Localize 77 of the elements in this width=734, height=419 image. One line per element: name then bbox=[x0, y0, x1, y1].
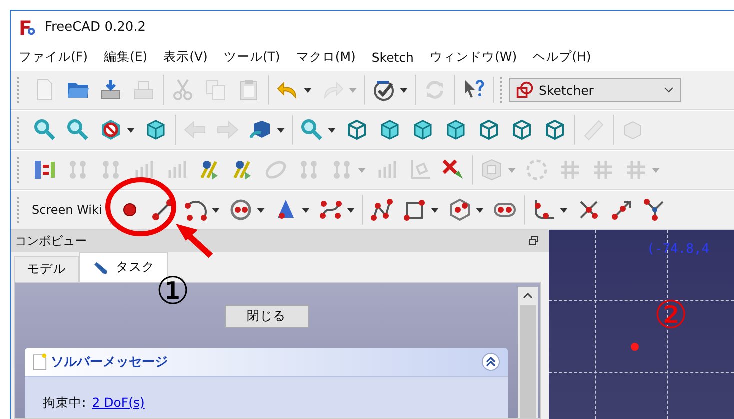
caret-icon bbox=[328, 128, 336, 132]
menu-item[interactable]: ツール(T) bbox=[218, 46, 286, 68]
caret-icon bbox=[304, 88, 312, 92]
polyline-icon bbox=[370, 198, 394, 222]
toolbar-label: Screen Wiki bbox=[31, 203, 104, 217]
window-title: FreeCAD 0.20.2 bbox=[45, 20, 146, 35]
wire-cube-icon bbox=[477, 118, 501, 142]
menu-item[interactable]: 編集(E) bbox=[98, 46, 154, 68]
wire-cube-icon bbox=[543, 118, 567, 142]
caret-icon bbox=[476, 208, 484, 212]
wire-cube-icon bbox=[345, 118, 369, 142]
curve-icon bbox=[319, 198, 344, 222]
ellipse-icon bbox=[264, 158, 288, 182]
dashed-circle-icon bbox=[525, 158, 549, 182]
menu-item[interactable]: ファイル(F) bbox=[13, 46, 94, 68]
caret-icon bbox=[302, 208, 310, 212]
close-button[interactable]: 閉じる bbox=[224, 305, 308, 328]
magnifier-icon bbox=[300, 118, 324, 142]
scissors-icon bbox=[171, 78, 195, 102]
tray-icon bbox=[99, 78, 123, 102]
chevron-icon bbox=[485, 356, 497, 368]
scrollbar-thumb[interactable] bbox=[520, 305, 536, 418]
caret-icon bbox=[127, 128, 135, 132]
circle-icon bbox=[229, 198, 254, 222]
float-icon[interactable] bbox=[529, 236, 539, 246]
hexagon-icon bbox=[448, 198, 472, 222]
caret-icon bbox=[349, 88, 357, 92]
panel-title: コンボビュー bbox=[15, 232, 87, 250]
chevron-icon bbox=[664, 87, 674, 93]
x-mark-icon bbox=[441, 158, 465, 182]
tab[interactable]: モデル bbox=[14, 256, 79, 282]
pencil-icon bbox=[92, 260, 110, 276]
ruler-icon bbox=[582, 118, 606, 142]
caret-icon bbox=[277, 128, 285, 132]
menu-item[interactable]: Sketch bbox=[366, 48, 420, 66]
note-icon bbox=[33, 353, 47, 371]
axes-icon bbox=[408, 158, 432, 182]
workbench-dropdown[interactable]: Sketcher bbox=[509, 78, 681, 102]
magnifier-icon bbox=[66, 118, 90, 142]
dof-link[interactable]: 2 DoF(s) bbox=[92, 395, 145, 412]
app-logo-icon bbox=[19, 18, 37, 36]
arrow-right-icon bbox=[216, 118, 240, 142]
magnifier-icon bbox=[33, 118, 57, 142]
menu-item[interactable]: ヘルプ(H) bbox=[527, 46, 598, 68]
caret-icon bbox=[652, 168, 660, 172]
caret-icon bbox=[431, 208, 440, 212]
wire-cube-icon bbox=[510, 118, 534, 142]
caret-icon bbox=[560, 208, 568, 212]
callout-arrow bbox=[176, 224, 214, 258]
menu-item[interactable]: ウィンドウ(W) bbox=[424, 46, 524, 68]
caret-icon bbox=[257, 208, 266, 212]
copy-icon bbox=[204, 78, 228, 102]
menu-item[interactable]: 表示(V) bbox=[158, 46, 214, 68]
sketch-point[interactable] bbox=[631, 343, 639, 351]
hash-icon bbox=[624, 158, 648, 182]
scroll-up-icon[interactable] bbox=[523, 293, 533, 299]
arrow-left-icon bbox=[183, 118, 207, 142]
caret-icon bbox=[400, 88, 408, 92]
status-label: 拘束中: bbox=[43, 395, 86, 412]
solver-title: ソルバーメッセージ bbox=[51, 354, 169, 371]
caret-icon bbox=[347, 208, 356, 212]
scrollbar[interactable] bbox=[518, 287, 538, 418]
menu-item[interactable]: マクロ(M) bbox=[290, 46, 362, 68]
highlight-ring bbox=[106, 178, 176, 236]
caret-icon bbox=[212, 208, 220, 212]
callout-number: ② bbox=[654, 296, 688, 334]
rectangle-icon bbox=[403, 198, 428, 222]
fillet-icon bbox=[532, 198, 556, 222]
collapse-button[interactable] bbox=[482, 353, 500, 371]
caret-icon bbox=[358, 168, 366, 172]
hash-icon bbox=[591, 158, 615, 182]
no-entry-icon bbox=[99, 118, 123, 142]
hash-icon bbox=[558, 158, 582, 182]
coordinate-readout: (-74.8,4 bbox=[647, 242, 710, 257]
arc-icon bbox=[184, 198, 208, 222]
check-icon bbox=[372, 78, 396, 102]
caret-icon bbox=[508, 168, 516, 172]
